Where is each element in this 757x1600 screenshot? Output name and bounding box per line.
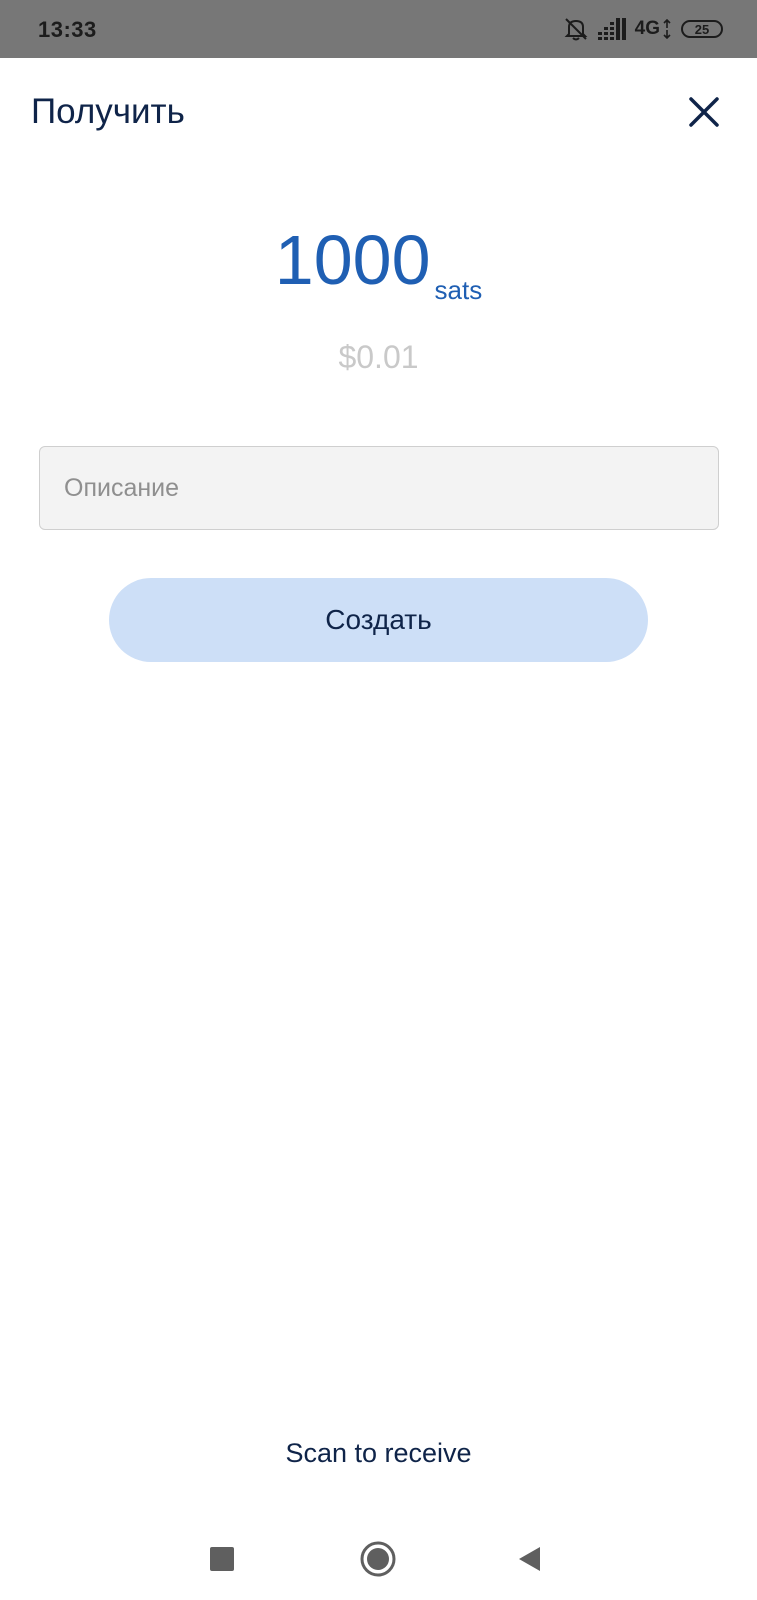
close-icon (689, 97, 719, 127)
battery-level: 25 (694, 21, 710, 37)
back-triangle-icon (519, 1547, 540, 1571)
page-title: Получить (31, 92, 185, 131)
status-time: 13:33 (38, 17, 97, 42)
bell-muted-icon (563, 16, 589, 42)
receive-screen: 13:33 4G 25 Получить 1000 sats $0.01 Опи… (0, 0, 757, 1600)
recents-square-icon (210, 1547, 234, 1571)
home-button[interactable] (353, 1534, 403, 1584)
amount-display[interactable]: 1000 sats (0, 220, 757, 305)
signal-icon (597, 18, 626, 40)
home-circle-icon (360, 1541, 396, 1577)
navigation-bar (0, 1520, 757, 1600)
amount-value: 1000 (274, 221, 431, 299)
network-type: 4G (635, 18, 672, 40)
description-input[interactable] (39, 446, 719, 530)
recents-button[interactable] (197, 1534, 247, 1584)
amount-unit: sats (434, 275, 483, 305)
back-button[interactable] (505, 1534, 555, 1584)
status-bar: 13:33 4G 25 (0, 0, 757, 58)
network-type-label: 4G (634, 18, 660, 39)
scan-to-receive-link[interactable]: Scan to receive (0, 1438, 757, 1469)
create-button[interactable]: Создать (109, 578, 648, 662)
close-button[interactable] (686, 94, 722, 130)
fiat-value: $0.01 (338, 339, 419, 375)
data-arrows-icon (663, 19, 671, 39)
battery-icon: 25 (681, 20, 723, 38)
status-icons: 4G 25 (563, 14, 723, 44)
